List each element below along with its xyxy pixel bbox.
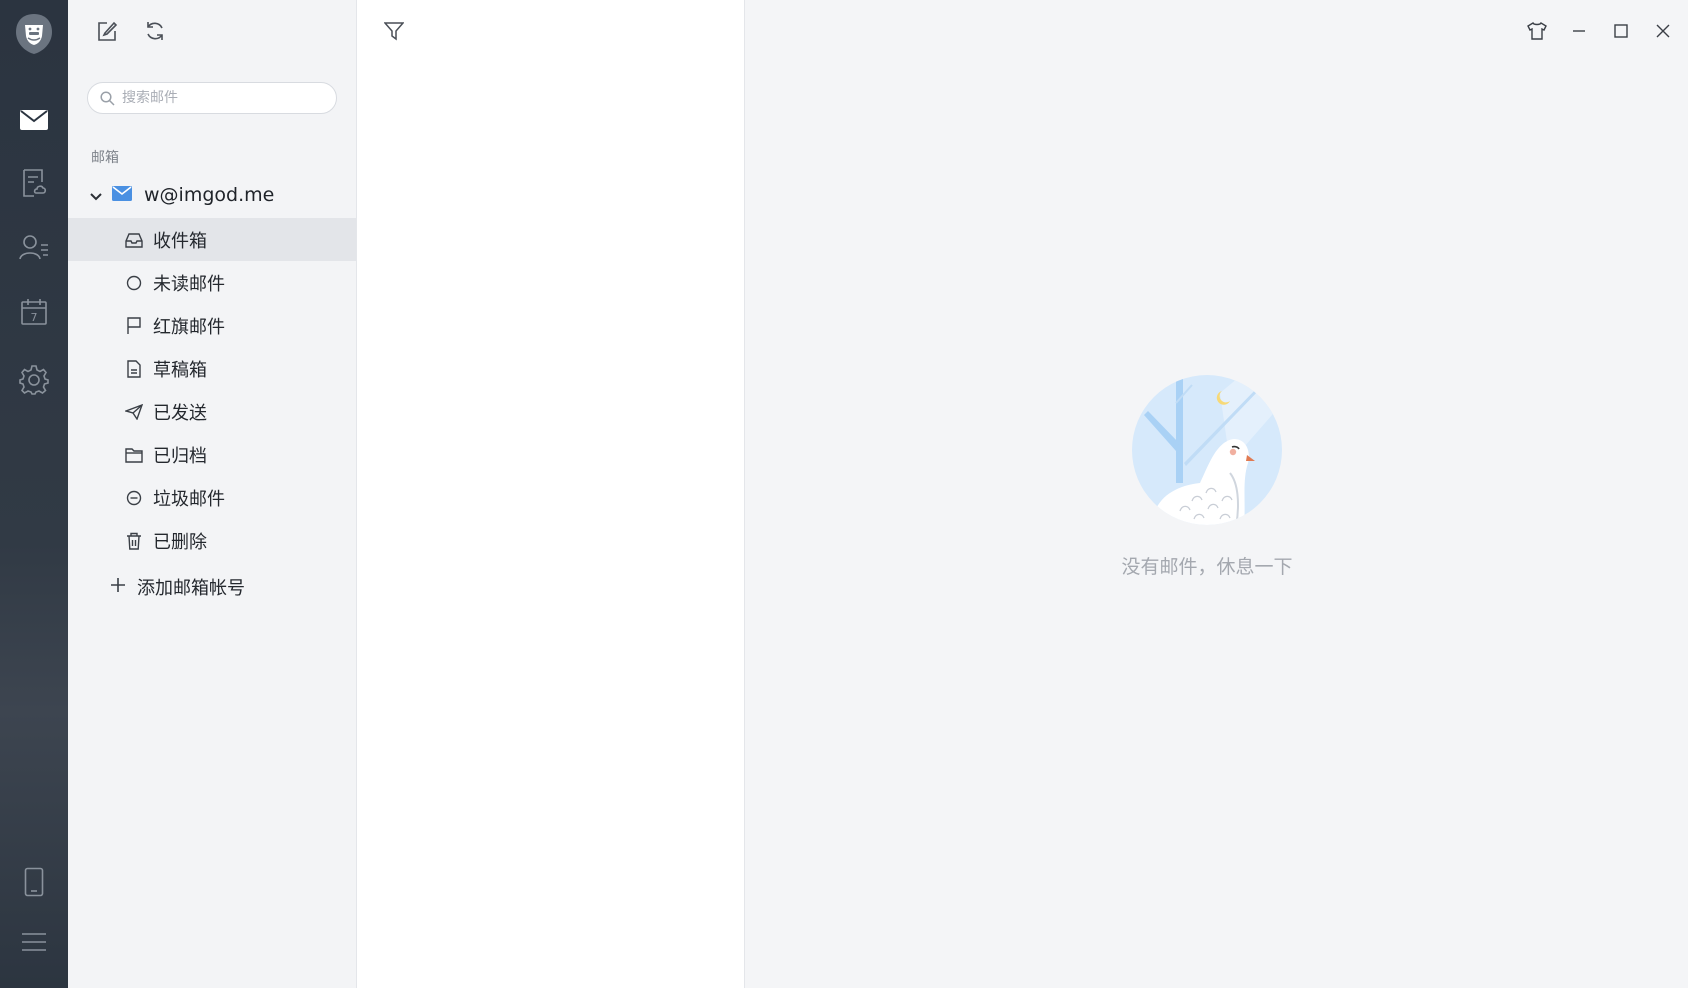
close-icon[interactable] [1648, 16, 1678, 46]
folder-sent[interactable]: 已发送 [68, 390, 356, 433]
spam-icon [124, 488, 144, 508]
folder-flagged[interactable]: 红旗邮件 [68, 304, 356, 347]
unread-circle-icon [124, 273, 144, 293]
account-row[interactable]: w@imgod.me [88, 178, 348, 212]
filter-icon[interactable] [381, 18, 407, 44]
mail-icon[interactable] [14, 100, 54, 140]
maximize-icon[interactable] [1606, 16, 1636, 46]
settings-icon[interactable] [14, 360, 54, 400]
account-address: w@imgod.me [144, 184, 275, 206]
archive-folder-icon [124, 445, 144, 465]
empty-message-text: 没有邮件，休息一下 [1121, 556, 1293, 578]
folder-archive[interactable]: 已归档 [68, 433, 356, 476]
add-account-label: 添加邮箱帐号 [137, 578, 245, 599]
folder-list: 收件箱 未读邮件 红旗邮件 草稿箱 已发送 已归档 垃圾邮件 已删除 [68, 218, 356, 562]
empty-inbox-illustration [1130, 373, 1284, 527]
send-icon [124, 402, 144, 422]
mail-app-window: 7 搜索邮件 邮箱 w@imgod.me 收件箱 未读邮件 红旗邮件 草稿箱 已… [0, 0, 1688, 988]
folder-label: 已删除 [153, 531, 207, 553]
folder-label: 已归档 [153, 445, 207, 467]
chevron-down-icon[interactable] [90, 186, 104, 205]
mailbox-section-label: 邮箱 [91, 150, 119, 166]
mobile-icon[interactable] [14, 862, 54, 902]
skin-shirt-icon[interactable] [1522, 16, 1552, 46]
nav-rail: 7 [0, 0, 68, 988]
message-list-pane [357, 0, 745, 988]
trash-icon [124, 531, 144, 551]
folder-label: 垃圾邮件 [153, 488, 225, 510]
folder-label: 未读邮件 [153, 273, 225, 295]
folder-label: 红旗邮件 [153, 316, 225, 338]
folder-drafts[interactable]: 草稿箱 [68, 347, 356, 390]
compose-icon[interactable] [94, 18, 120, 44]
draft-icon [124, 359, 144, 379]
avatar[interactable] [14, 12, 54, 56]
flag-icon [124, 316, 144, 336]
menu-icon[interactable] [14, 922, 54, 962]
search-icon [100, 91, 115, 110]
inbox-icon [124, 230, 144, 250]
folder-label: 草稿箱 [153, 359, 207, 381]
calendar-icon[interactable]: 7 [14, 292, 54, 332]
folder-trash[interactable]: 已删除 [68, 519, 356, 562]
notes-icon[interactable] [14, 163, 54, 203]
minimize-icon[interactable] [1564, 16, 1594, 46]
folder-spam[interactable]: 垃圾邮件 [68, 476, 356, 519]
folder-unread[interactable]: 未读邮件 [68, 261, 356, 304]
add-account-button[interactable]: 添加邮箱帐号 [110, 570, 245, 604]
refresh-icon[interactable] [142, 18, 168, 44]
reading-pane: 没有邮件，休息一下 [745, 0, 1688, 988]
search-box[interactable] [87, 82, 337, 114]
search-input[interactable] [122, 88, 322, 108]
account-mail-icon [112, 185, 132, 205]
contacts-icon[interactable] [14, 227, 54, 267]
folder-label: 已发送 [153, 402, 207, 424]
plus-icon [110, 577, 126, 597]
folder-label: 收件箱 [153, 230, 207, 252]
folder-inbox[interactable]: 收件箱 [68, 218, 356, 261]
folder-pane: 邮箱 w@imgod.me [68, 0, 357, 988]
calendar-day-label: 7 [31, 311, 38, 324]
